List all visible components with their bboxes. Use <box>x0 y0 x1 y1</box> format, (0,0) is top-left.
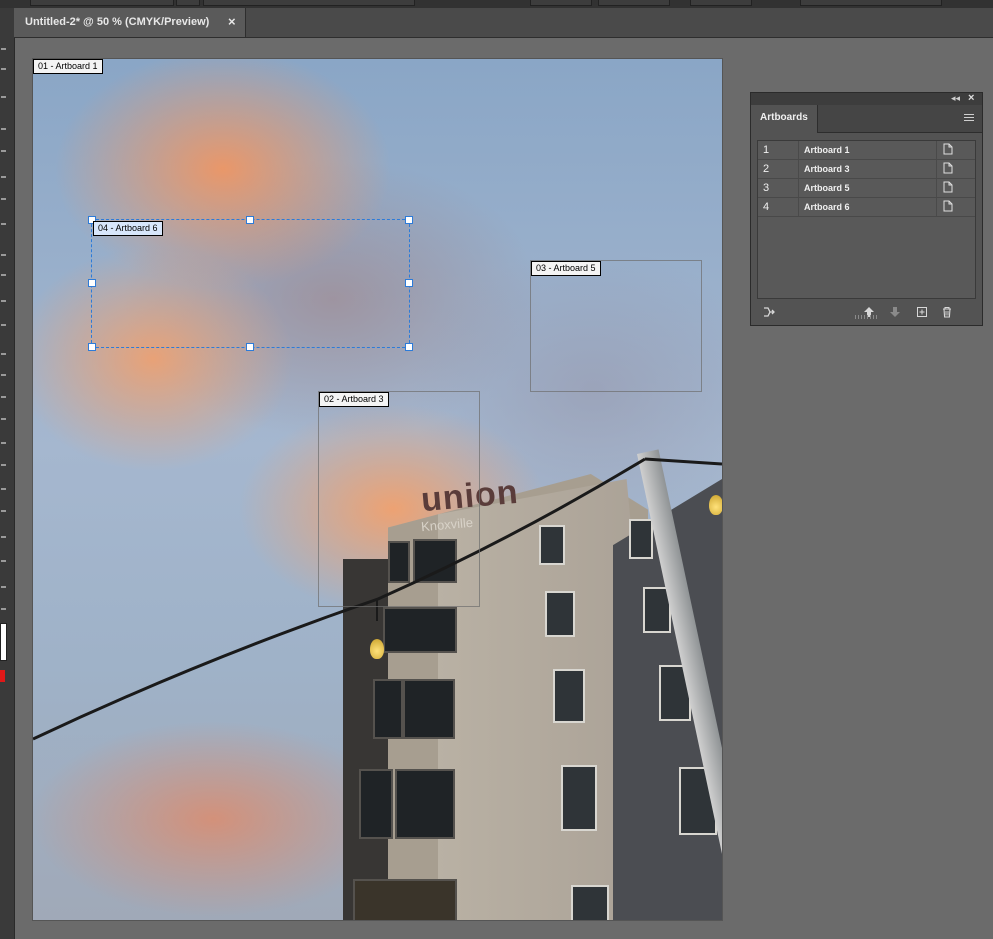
resize-handle[interactable] <box>246 216 254 224</box>
artboard-options-icon[interactable] <box>943 143 953 155</box>
control-field[interactable] <box>203 0 415 6</box>
resize-handle[interactable] <box>405 343 413 351</box>
artboard-row[interactable]: 2 Artboard 3 <box>758 160 975 179</box>
tool-icon[interactable] <box>1 488 6 490</box>
light-bulb <box>709 495 722 515</box>
tool-icon[interactable] <box>1 560 6 562</box>
move-down-icon[interactable] <box>889 306 901 318</box>
artboard-name[interactable]: Artboard 5 <box>804 183 850 193</box>
tool-icon[interactable] <box>1 96 6 98</box>
tool-icon[interactable] <box>1 324 6 326</box>
resize-handle[interactable] <box>405 216 413 224</box>
artboard-6-selection[interactable] <box>91 219 410 348</box>
control-field[interactable] <box>800 0 942 6</box>
document-tab-bar: Untitled-2* @ 50 % (CMYK/Preview) × <box>14 8 993 38</box>
tool-icon[interactable] <box>1 198 6 200</box>
resize-handle[interactable] <box>88 279 96 287</box>
artboard-5-bounds[interactable] <box>530 260 702 392</box>
tool-icon[interactable] <box>1 223 6 225</box>
close-icon[interactable]: × <box>968 92 974 104</box>
panel-menu-icon[interactable] <box>964 114 974 123</box>
tool-icon[interactable] <box>1 442 6 444</box>
artboard-options-icon[interactable] <box>943 200 953 212</box>
artboard-row[interactable]: 4 Artboard 6 <box>758 198 975 217</box>
panel-header[interactable]: ◂◂ × <box>751 92 982 105</box>
artboard-list[interactable]: 1 Artboard 1 2 Artboard 3 3 Artboard 5 4… <box>757 140 976 299</box>
rearrange-icon[interactable] <box>763 306 775 318</box>
artboard-number: 2 <box>763 163 770 175</box>
tab-artboards[interactable]: Artboards <box>751 105 818 133</box>
tool-icon[interactable] <box>1 536 6 538</box>
artboard-5-label[interactable]: 03 - Artboard 5 <box>531 261 601 276</box>
tool-icon[interactable] <box>1 464 6 466</box>
tool-icon[interactable] <box>1 353 6 355</box>
tool-icon[interactable] <box>1 418 6 420</box>
panel-footer <box>751 298 982 325</box>
light-bulb <box>370 639 384 659</box>
resize-handle[interactable] <box>88 343 96 351</box>
resize-handle[interactable] <box>405 279 413 287</box>
close-icon[interactable]: × <box>228 14 236 29</box>
tab-artboards-label: Artboards <box>760 112 808 123</box>
tool-icon[interactable] <box>1 510 6 512</box>
resize-handle[interactable] <box>246 343 254 351</box>
tool-icon[interactable] <box>1 274 6 276</box>
tool-icon[interactable] <box>1 300 6 302</box>
control-field[interactable] <box>176 0 200 6</box>
tool-icon[interactable] <box>1 128 6 130</box>
tool-icon[interactable] <box>1 586 6 588</box>
artboard-row[interactable]: 1 Artboard 1 <box>758 141 975 160</box>
tool-icon[interactable] <box>1 150 6 152</box>
document-tab[interactable]: Untitled-2* @ 50 % (CMYK/Preview) × <box>14 8 246 37</box>
collapse-icon[interactable]: ◂◂ <box>951 93 960 104</box>
fill-color-swatch[interactable] <box>0 623 7 661</box>
artboard-canvas[interactable]: union Knoxville 01 - Artboard 1 04 - Art… <box>32 58 723 921</box>
artboard-row[interactable]: 3 Artboard 5 <box>758 179 975 198</box>
artboard-options-icon[interactable] <box>943 162 953 174</box>
delete-icon[interactable] <box>941 306 953 318</box>
artboard-number: 1 <box>763 144 770 156</box>
artboard-number: 3 <box>763 182 770 194</box>
artboard-name[interactable]: Artboard 1 <box>804 145 850 155</box>
artboards-panel: ◂◂ × Artboards 1 Artboard 1 2 Artboard 3… <box>750 92 983 326</box>
panel-tab-bar: Artboards <box>751 105 982 133</box>
control-field[interactable] <box>690 0 752 6</box>
panel-resize-grip[interactable] <box>855 315 877 319</box>
tool-icon[interactable] <box>1 608 6 610</box>
artboard-3-bounds[interactable] <box>318 391 480 607</box>
tool-icon[interactable] <box>1 374 6 376</box>
artboard-6-label[interactable]: 04 - Artboard 6 <box>93 221 163 236</box>
artboard-options-icon[interactable] <box>943 181 953 193</box>
tool-icon[interactable] <box>1 68 6 70</box>
tool-icon[interactable] <box>1 48 6 50</box>
artboard-3-label[interactable]: 02 - Artboard 3 <box>319 392 389 407</box>
document-tab-title[interactable]: Untitled-2* @ 50 % (CMYK/Preview) <box>25 16 209 28</box>
artboard-number: 4 <box>763 201 770 213</box>
new-artboard-icon[interactable] <box>916 306 928 318</box>
control-field[interactable] <box>30 0 174 6</box>
artboard-name[interactable]: Artboard 6 <box>804 202 850 212</box>
tools-panel <box>0 8 15 939</box>
artboard-1-label[interactable]: 01 - Artboard 1 <box>33 59 103 74</box>
tool-icon[interactable] <box>1 254 6 256</box>
tool-icon[interactable] <box>1 176 6 178</box>
control-field[interactable] <box>530 0 592 6</box>
stroke-color-swatch[interactable] <box>0 670 5 682</box>
artboard-name[interactable]: Artboard 3 <box>804 164 850 174</box>
tool-icon[interactable] <box>1 396 6 398</box>
control-field[interactable] <box>598 0 670 6</box>
